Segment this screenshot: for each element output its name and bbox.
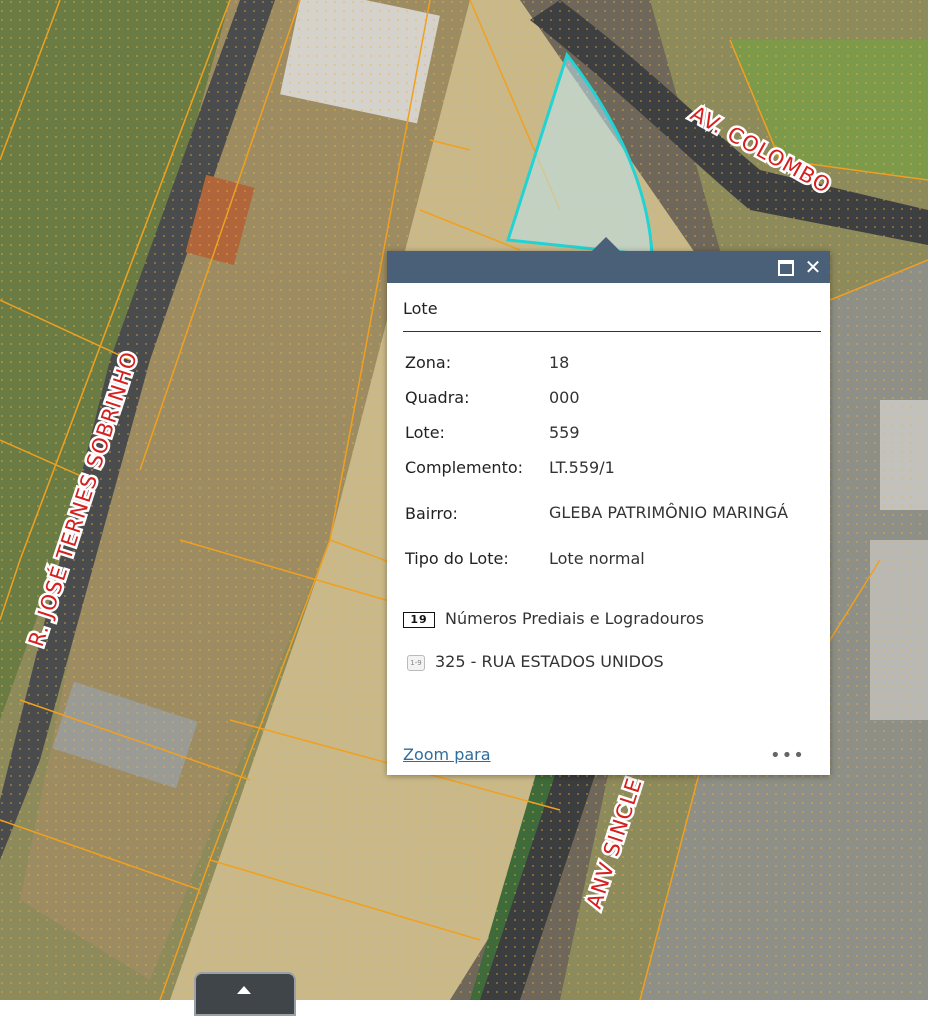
related-records-label: Números Prediais e Logradouros — [445, 609, 705, 628]
attribute-value: 000 — [549, 387, 580, 407]
popup-header: ✕ — [387, 237, 830, 283]
attribute-row: Complemento: LT.559/1 — [405, 450, 789, 485]
attribute-value: GLEBA PATRIMÔNIO MARINGÁ — [549, 503, 789, 522]
feature-popup: ✕ Lote Zona: 18 Quadra: 000 Lote: 559 Co… — [387, 237, 830, 775]
title-divider — [403, 331, 821, 332]
expand-panel-button[interactable] — [194, 972, 296, 1016]
attribute-key: Complemento: — [405, 458, 524, 477]
attribute-row: Zona: 18 — [405, 345, 789, 380]
more-options-icon[interactable]: ••• — [770, 745, 804, 766]
maximize-icon[interactable] — [776, 257, 796, 277]
close-icon[interactable]: ✕ — [803, 257, 823, 277]
attribute-key: Bairro: — [405, 503, 458, 523]
attribute-key: Zona: — [405, 353, 452, 372]
attribute-key: Quadra: — [405, 388, 470, 407]
attribute-value: Lote normal — [549, 548, 645, 568]
attribute-row: Bairro: GLEBA PATRIMÔNIO MARINGÁ — [405, 485, 789, 541]
attribute-table: Zona: 18 Quadra: 000 Lote: 559 Complemen… — [405, 345, 789, 576]
attribute-value: 18 — [549, 352, 570, 372]
address-record-icon: 1-9 — [407, 654, 425, 671]
attribute-key: Lote: — [405, 423, 445, 442]
related-table-icon: 19 — [403, 611, 435, 628]
related-record-item[interactable]: 1-9 325 - RUA ESTADOS UNIDOS — [407, 652, 664, 671]
popup-title: Lote — [403, 299, 438, 318]
zoom-to-link[interactable]: Zoom para — [403, 745, 491, 764]
attribute-value: LT.559/1 — [549, 457, 615, 477]
attribute-row: Tipo do Lote: Lote normal — [405, 541, 789, 576]
popup-pointer — [592, 237, 620, 251]
related-records-heading[interactable]: 19 Números Prediais e Logradouros — [403, 609, 704, 628]
attribute-row: Quadra: 000 — [405, 380, 789, 415]
attribute-value: 559 — [549, 422, 580, 442]
related-record-label: 325 - RUA ESTADOS UNIDOS — [435, 652, 664, 671]
attribute-key: Tipo do Lote: — [405, 549, 509, 568]
attribute-row: Lote: 559 — [405, 415, 789, 450]
